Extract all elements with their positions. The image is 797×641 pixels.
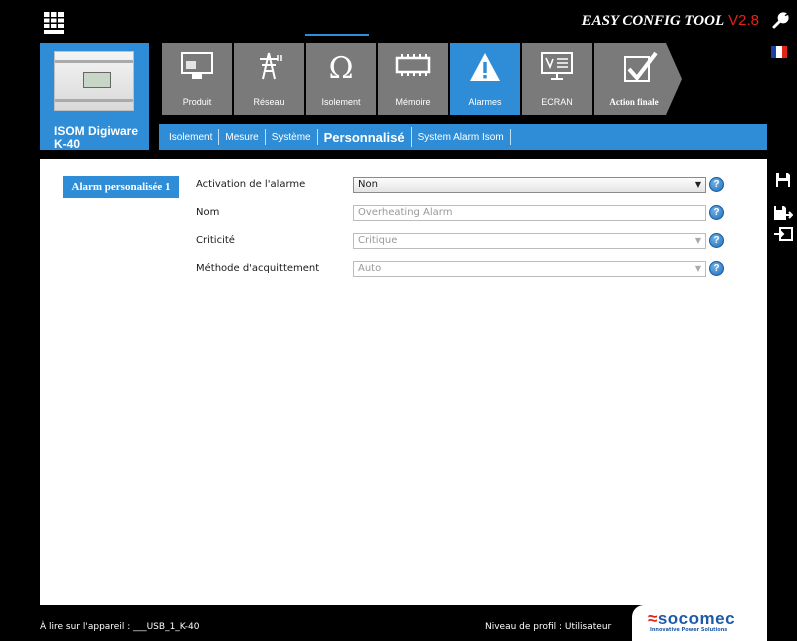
subtab-systeme[interactable]: Système: [266, 129, 318, 145]
alarm-name-label: Nom: [196, 207, 220, 218]
criticality-select[interactable]: Critique ▼: [353, 233, 706, 249]
acknowledgement-method-label: Méthode d'acquittement: [196, 263, 320, 274]
nav-tile-reseau[interactable]: Réseau: [234, 43, 304, 115]
nav-tile-label: ECRAN: [541, 97, 573, 107]
content-panel: Alarm personalisée 1 Activation de l'ala…: [40, 159, 767, 605]
nav-tile-produit[interactable]: Produit: [162, 43, 232, 115]
nav-tile-action-finale[interactable]: Action finale: [594, 43, 684, 115]
svg-text:Ω: Ω: [329, 51, 354, 81]
french-flag-icon[interactable]: [771, 46, 787, 58]
nav-tile-label: Alarmes: [468, 97, 502, 107]
help-icon[interactable]: ?: [709, 205, 724, 220]
monitor-icon: [181, 52, 213, 79]
nav-tile-label: Mémoire: [395, 97, 431, 107]
subtab-isolement[interactable]: Isolement: [163, 129, 220, 145]
save-icon[interactable]: [775, 172, 791, 188]
alarm-name-field[interactable]: Overheating Alarm: [353, 205, 706, 221]
alarm-activation-select[interactable]: Non ▼: [353, 177, 706, 193]
app-version: V2.8: [728, 12, 759, 29]
checkmark-icon: [624, 51, 658, 82]
profile-level-status: Niveau de profil : Utilisateur: [485, 622, 612, 632]
dropdown-arrow-icon: ▼: [694, 236, 701, 245]
acknowledgement-method-value: Auto: [358, 263, 382, 274]
app-title-text: EASY CONFIG TOOL: [581, 13, 725, 29]
save-as-icon[interactable]: [773, 205, 793, 221]
brand-name: socomec: [657, 609, 736, 628]
power-pylon-icon: [260, 52, 282, 80]
nav-tile-isolement[interactable]: Ω Isolement: [306, 43, 376, 115]
help-icon[interactable]: ?: [709, 177, 724, 192]
warning-icon: [470, 53, 500, 81]
device-read-status: À lire sur l'appareil : ___USB_1_K-40: [40, 622, 200, 632]
nav-tile-label: Produit: [182, 97, 212, 107]
tab-indicator: [305, 34, 369, 36]
ohm-icon: Ω: [329, 51, 354, 81]
screen-presentation-icon: [541, 52, 573, 80]
subtab-personnalise[interactable]: Personnalisé: [318, 127, 412, 147]
socomec-logo: ≈socomec Innovative Power Solutions: [632, 605, 767, 641]
alarm-activation-label: Activation de l'alarme: [196, 179, 306, 190]
nav-tile-label: Action finale: [609, 97, 659, 107]
wrench-tools-icon[interactable]: [771, 10, 791, 30]
nav-tile-alarmes[interactable]: Alarmes: [450, 43, 520, 115]
memory-chip-icon: [395, 54, 431, 76]
app-title: EASY CONFIG TOOL V2.8: [582, 12, 759, 30]
subnav-bar: Isolement Mesure Système Personnalisé Sy…: [159, 124, 767, 150]
nav-tile-label: Réseau: [253, 97, 285, 107]
device-image: [54, 51, 134, 111]
criticality-label: Criticité: [196, 235, 235, 246]
dropdown-arrow-icon: ▼: [694, 264, 701, 273]
nav-tile-label: Isolement: [321, 97, 361, 107]
alarm-name-value: Overheating Alarm: [358, 207, 453, 218]
export-icon[interactable]: [773, 226, 793, 242]
acknowledgement-method-select[interactable]: Auto ▼: [353, 261, 706, 277]
dropdown-arrow-icon: ▼: [694, 180, 701, 189]
help-icon[interactable]: ?: [709, 261, 724, 276]
socomec-mark-icon: ≈: [648, 609, 658, 628]
custom-alarm-1-button[interactable]: Alarm personalisée 1: [63, 176, 179, 198]
device-panel: ISOM Digiware K-40: [40, 43, 149, 151]
subtab-mesure[interactable]: Mesure: [219, 129, 266, 145]
grid-menu-icon[interactable]: [44, 12, 64, 34]
criticality-value: Critique: [358, 235, 398, 246]
nav-tile-ecran[interactable]: ECRAN: [522, 43, 592, 115]
help-icon[interactable]: ?: [709, 233, 724, 248]
device-name: ISOM Digiware K-40: [54, 124, 139, 151]
subtab-system-alarm-isom[interactable]: System Alarm Isom: [412, 129, 511, 145]
nav-tile-memoire[interactable]: Mémoire: [378, 43, 448, 115]
brand-tagline: Innovative Power Solutions: [650, 627, 728, 633]
alarm-activation-value: Non: [358, 179, 378, 190]
